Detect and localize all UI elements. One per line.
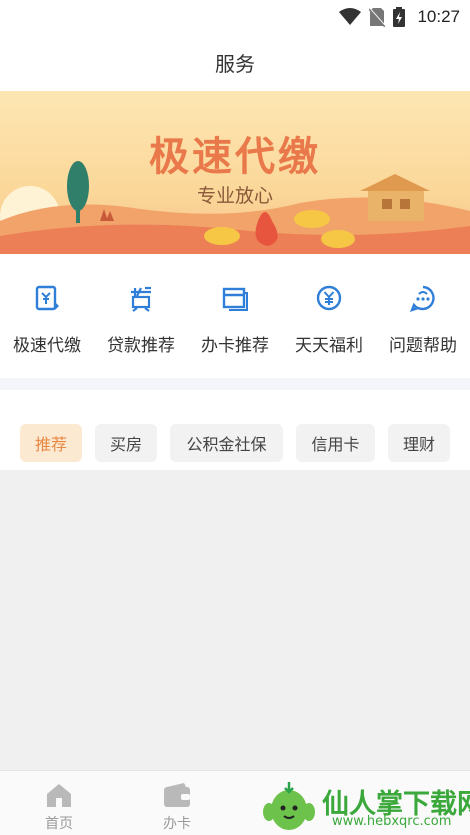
tab-label: 推荐 bbox=[34, 435, 67, 454]
page-header: 服务 bbox=[0, 34, 470, 90]
nav-home[interactable]: 首页 bbox=[0, 771, 118, 835]
section-divider bbox=[0, 378, 470, 390]
nav-label: 办卡 bbox=[163, 816, 191, 832]
category-tabs: 推荐 买房 公积金社保 信用卡 理财 bbox=[0, 424, 470, 464]
service-label: 贷款推荐 bbox=[107, 336, 175, 356]
nav-card[interactable]: 办卡 bbox=[118, 771, 236, 835]
service-grid: 极速代缴 贷款推荐 办卡推荐 天天福利 问题帮助 bbox=[0, 256, 470, 378]
content-area bbox=[0, 470, 470, 770]
help-chat-icon bbox=[409, 285, 435, 312]
nav-label: 首页 bbox=[45, 816, 73, 832]
tab-finance[interactable]: 理财 bbox=[388, 424, 450, 462]
watermark-url: www.hebxqrc.com bbox=[332, 814, 452, 829]
bill-yen-icon bbox=[35, 285, 59, 311]
tab-recommend[interactable]: 推荐 bbox=[20, 424, 82, 462]
tab-label: 信用卡 bbox=[311, 435, 360, 454]
tab-label: 公积金社保 bbox=[186, 435, 267, 454]
page-title: 服务 bbox=[215, 51, 255, 76]
tab-label: 买房 bbox=[109, 435, 142, 454]
wallet-icon bbox=[164, 783, 190, 807]
service-card[interactable]: 办卡推荐 bbox=[188, 256, 282, 378]
cactus-logo-icon bbox=[263, 782, 315, 830]
banner-title: 极速代缴 bbox=[149, 134, 321, 180]
home-icon bbox=[47, 784, 71, 807]
service-label: 问题帮助 bbox=[389, 336, 457, 356]
service-label: 天天福利 bbox=[295, 336, 363, 356]
banner-subtitle: 专业放心 bbox=[196, 185, 273, 207]
service-help[interactable]: 问题帮助 bbox=[376, 256, 470, 378]
battery-charging-icon bbox=[393, 7, 406, 27]
service-fast-pay[interactable]: 极速代缴 bbox=[0, 256, 94, 378]
tab-credit-card[interactable]: 信用卡 bbox=[296, 424, 375, 462]
status-icons: 10:27 bbox=[339, 5, 460, 29]
watermark: 仙人掌下载网 www.hebxqrc.com bbox=[260, 776, 470, 835]
tab-label: 理财 bbox=[402, 435, 435, 454]
card-icon bbox=[222, 287, 248, 311]
service-label: 办卡推荐 bbox=[201, 336, 269, 356]
tab-buy-house[interactable]: 买房 bbox=[95, 424, 157, 462]
no-sim-icon bbox=[369, 7, 386, 27]
tab-fund-insurance[interactable]: 公积金社保 bbox=[170, 424, 283, 462]
wifi-icon bbox=[339, 8, 362, 25]
service-welfare[interactable]: 天天福利 bbox=[282, 256, 376, 378]
loan-icon bbox=[131, 286, 151, 312]
status-time: 10:27 bbox=[417, 7, 460, 26]
service-loan[interactable]: 贷款推荐 bbox=[94, 256, 188, 378]
service-label: 极速代缴 bbox=[13, 336, 81, 356]
yen-circle-icon bbox=[316, 285, 342, 311]
status-bar: 10:27 bbox=[0, 0, 470, 34]
